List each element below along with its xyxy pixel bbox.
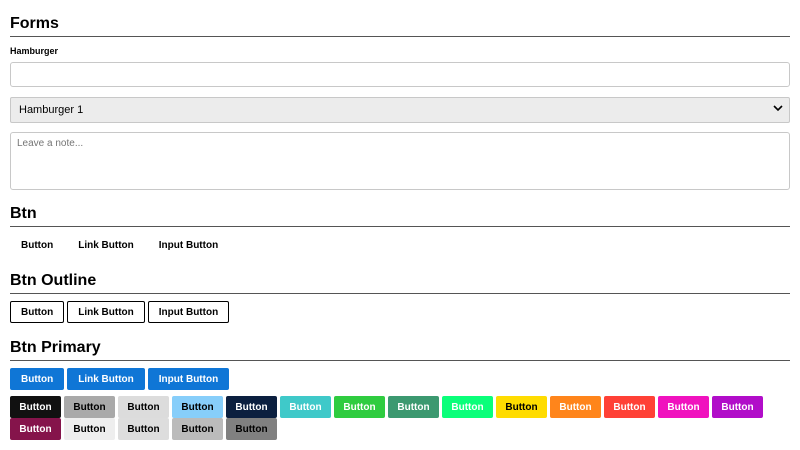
color-button[interactable]: Button (388, 396, 439, 418)
btn-outline-title: Btn Outline (10, 271, 790, 294)
primary-input-button[interactable]: Input Button (147, 368, 230, 390)
chevron-down-icon (773, 105, 783, 115)
color-button[interactable]: Button (334, 396, 385, 418)
color-button[interactable]: Button (442, 396, 493, 418)
select-value: Hamburger 1 (19, 104, 84, 116)
primary-button[interactable]: Button (10, 368, 65, 390)
color-button[interactable]: Button (172, 396, 223, 418)
color-button[interactable]: Button (172, 418, 223, 440)
primary-link-button[interactable]: Link Button (67, 368, 145, 390)
note-textarea[interactable] (10, 132, 790, 190)
color-button[interactable]: Button (10, 396, 61, 418)
forms-title: Forms (10, 14, 790, 37)
color-button[interactable]: Button (64, 418, 115, 440)
forms-section-header: Forms (10, 14, 790, 37)
plain-link-button[interactable]: Link Button (67, 234, 145, 256)
outline-button-row: Button Link Button Input Button (10, 301, 230, 323)
color-button[interactable]: Button (226, 418, 277, 440)
plain-button[interactable]: Button (10, 234, 64, 256)
plain-button-row: Button Link Button Input Button (10, 234, 229, 256)
primary-button-row: Button Link Button Input Button (10, 368, 230, 390)
color-button[interactable]: Button (118, 396, 169, 418)
color-button[interactable]: Button (226, 396, 277, 418)
hamburger-label: Hamburger (10, 46, 59, 56)
color-button-row-2: Button Button Button Button Button (10, 418, 277, 440)
color-button[interactable]: Button (118, 418, 169, 440)
btn-title: Btn (10, 204, 790, 227)
color-button[interactable]: Button (712, 396, 763, 418)
plain-input-button[interactable]: Input Button (148, 234, 229, 256)
hamburger-text-input[interactable] (10, 62, 790, 87)
color-button[interactable]: Button (10, 418, 61, 440)
outline-button[interactable]: Button (10, 301, 65, 323)
btn-primary-section-header: Btn Primary (10, 338, 790, 361)
color-button[interactable]: Button (280, 396, 331, 418)
color-button[interactable]: Button (658, 396, 709, 418)
btn-section-header: Btn (10, 204, 790, 227)
color-button[interactable]: Button (550, 396, 601, 418)
color-button[interactable]: Button (604, 396, 655, 418)
btn-primary-title: Btn Primary (10, 338, 790, 361)
hamburger-select[interactable]: Hamburger 1 (10, 97, 790, 123)
outline-input-button[interactable]: Input Button (147, 301, 230, 323)
outline-link-button[interactable]: Link Button (67, 301, 145, 323)
color-button[interactable]: Button (64, 396, 115, 418)
color-button-row-1: Button Button Button Button Button Button Butt… (10, 396, 763, 418)
color-button[interactable]: Button (496, 396, 547, 418)
btn-outline-section-header: Btn Outline (10, 271, 790, 294)
